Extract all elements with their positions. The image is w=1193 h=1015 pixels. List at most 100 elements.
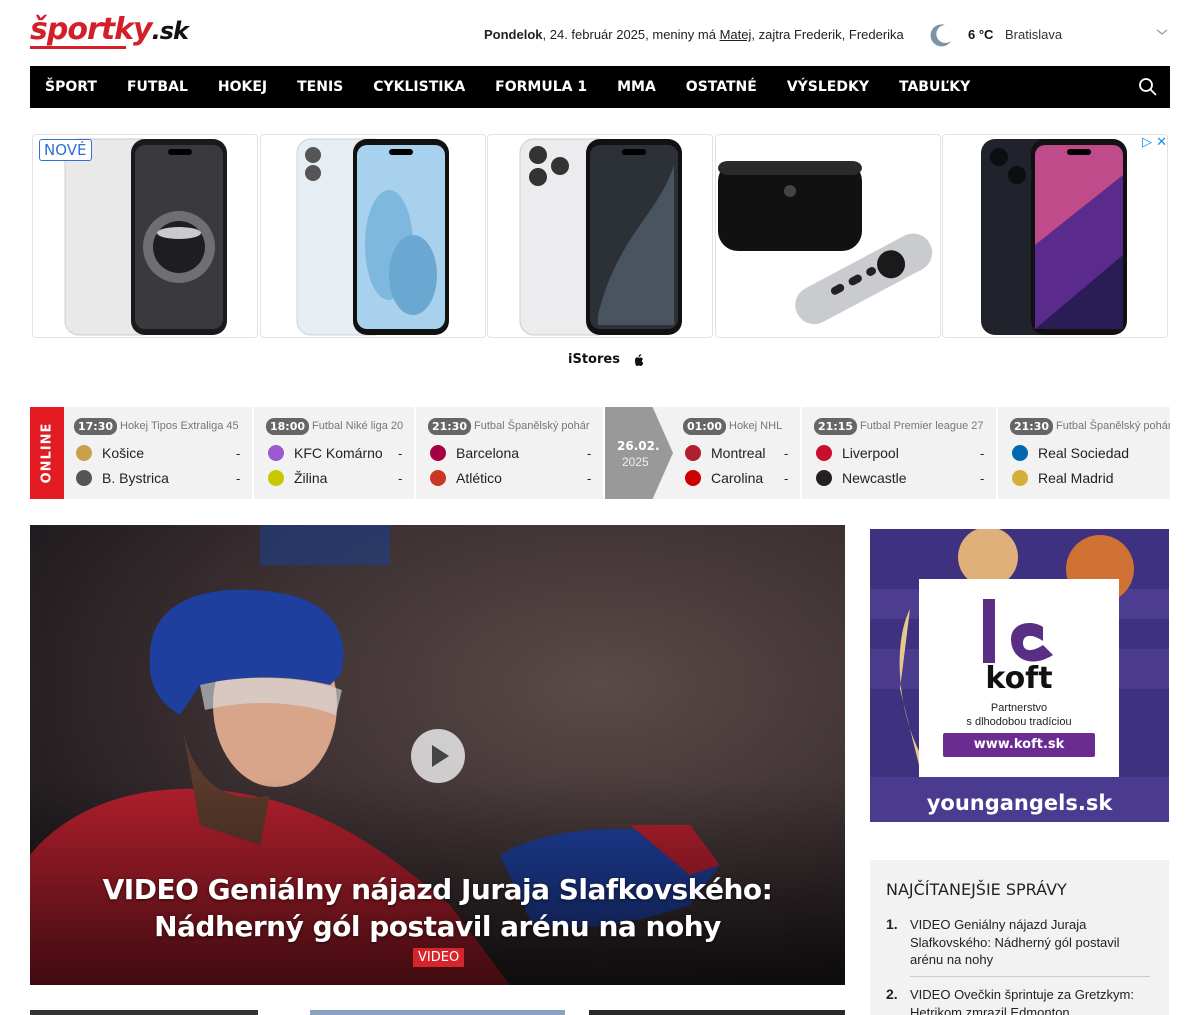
- home-team: Real Sociedad: [1038, 445, 1130, 461]
- home-score: -: [398, 446, 403, 461]
- match-competition: Futbal Španělský pohár: [474, 420, 590, 432]
- koft-tagline-line-1: Partnerstvo: [990, 702, 1048, 714]
- ad-choices-close-icon[interactable]: ▷ ✕: [1142, 135, 1167, 150]
- match-time: 17:30: [74, 418, 118, 435]
- ad-product-iphone-15[interactable]: [260, 134, 486, 338]
- date-year: 2025: [622, 455, 649, 469]
- home-team: Košice: [102, 445, 145, 461]
- ad-product-iphone-16-pro[interactable]: [487, 134, 713, 338]
- product-ad-banner[interactable]: NOVÉ ▷ ✕: [32, 134, 1168, 338]
- item-title[interactable]: VIDEO Geniálny nájazd Juraja Slafkovskéh…: [910, 916, 1150, 969]
- chevron-down-icon[interactable]: [1156, 26, 1168, 38]
- home-team-crest-icon: [76, 445, 92, 461]
- away-team-crest-icon: [1012, 470, 1028, 486]
- item-title[interactable]: VIDEO Ovečkin šprintuje za Gretzkym: Het…: [910, 986, 1150, 1015]
- home-team-crest-icon: [1012, 445, 1028, 461]
- home-team: KFC Komárno: [294, 445, 383, 461]
- match-card[interactable]: 21:30 Futbal Španělský pohár Barcelona - Atl…: [418, 407, 605, 499]
- phone-image: [64, 138, 227, 336]
- nav-item-8[interactable]: VÝSLEDKY: [772, 66, 884, 108]
- date-label: , 24. február 2025, meniny má: [542, 27, 720, 42]
- match-time: 01:00: [683, 418, 727, 435]
- home-team: Barcelona: [456, 445, 520, 461]
- date-nameday-line: Pondelok, 24. február 2025, meniny má Ma…: [484, 27, 904, 42]
- home-score: -: [236, 446, 241, 461]
- nav-item-2[interactable]: HOKEJ: [203, 66, 282, 108]
- koft-logo-box: koft Partnerstvo s dlhodobou tradíciou w…: [919, 579, 1119, 777]
- date-day: 26.02.: [617, 439, 660, 453]
- koft-website-button[interactable]: www.koft.sk: [943, 733, 1095, 757]
- apple-tv-image: [718, 161, 933, 325]
- article-card[interactable]: [310, 1010, 565, 1015]
- weather-city[interactable]: Bratislava: [1005, 27, 1062, 42]
- home-team: Montreal: [711, 445, 766, 461]
- away-team-crest-icon: [685, 470, 701, 486]
- away-team: B. Bystrica: [102, 470, 169, 486]
- match-card[interactable]: 21:30 Futbal Španělský pohár Real Sociedad…: [1000, 407, 1170, 499]
- away-team-crest-icon: [816, 470, 832, 486]
- nav-item-7[interactable]: OSTATNÉ: [671, 66, 772, 108]
- moon-icon: [930, 24, 951, 47]
- nav-item-4[interactable]: CYKLISTIKA: [358, 66, 480, 108]
- away-score: -: [980, 471, 985, 486]
- search-icon[interactable]: [1138, 77, 1158, 97]
- koft-tagline: Partnerstvo s dlhodobou tradíciou: [919, 701, 1119, 729]
- koft-sidebar-ad[interactable]: koft Partnerstvo s dlhodobou tradíciou w…: [870, 529, 1169, 822]
- away-team-crest-icon: [76, 470, 92, 486]
- nav-item-1[interactable]: FUTBAL: [112, 66, 203, 108]
- match-card[interactable]: 17:30 Hokej Tipos Extraliga 45 Košice - B. B…: [64, 407, 254, 499]
- nav-item-6[interactable]: MMA: [602, 66, 671, 108]
- nav-item-3[interactable]: TENIS: [282, 66, 358, 108]
- match-time: 21:30: [1010, 418, 1054, 435]
- youngangels-link[interactable]: youngangels.sk: [870, 791, 1169, 815]
- phone-image: [981, 139, 1127, 335]
- most-read-panel: NAJČÍTANEJŠIE SPRÁVY 1. VIDEO Geniálny n…: [870, 860, 1169, 1015]
- match-time: 21:15: [814, 418, 858, 435]
- ad-product-apple-tv[interactable]: [715, 134, 941, 338]
- hero-title[interactable]: VIDEO Geniálny nájazd Juraja Slafkovskéh…: [70, 871, 805, 945]
- main-nav: ŠPORT FUTBAL HOKEJ TENIS CYKLISTIKA FORMULA 1…: [30, 66, 1170, 108]
- item-number: 1.: [886, 916, 898, 932]
- away-score: -: [587, 471, 592, 486]
- match-card[interactable]: 21:15 Futbal Premier league 27 Liverpool - N…: [804, 407, 998, 499]
- tomorrow-names: , zajtra Frederik, Frederika: [751, 27, 904, 42]
- away-score: -: [236, 471, 241, 486]
- online-label[interactable]: ONLINE: [30, 407, 64, 499]
- online-text: ONLINE: [39, 422, 55, 484]
- ad-brand[interactable]: iStores: [568, 352, 646, 367]
- ad-product-iphone-16e[interactable]: NOVÉ: [32, 134, 258, 338]
- hero-article[interactable]: VIDEO Geniálny nájazd Juraja Slafkovskéh…: [30, 525, 845, 985]
- new-badge: NOVÉ: [39, 139, 92, 161]
- match-competition: Hokej Tipos Extraliga 45: [120, 420, 239, 432]
- play-video-icon[interactable]: [411, 729, 465, 783]
- nav-item-5[interactable]: FORMULA 1: [480, 66, 602, 108]
- nav-item-0[interactable]: ŠPORT: [30, 66, 112, 108]
- home-score: -: [980, 446, 985, 461]
- away-team: Žilina: [294, 470, 328, 486]
- away-team-crest-icon: [430, 470, 446, 486]
- match-time: 21:30: [428, 418, 472, 435]
- ad-product-iphone-13[interactable]: ▷ ✕: [942, 134, 1168, 338]
- away-team: Real Madrid: [1038, 470, 1114, 486]
- article-card[interactable]: [30, 1010, 258, 1015]
- phone-image: [519, 138, 682, 336]
- nav-item-9[interactable]: TABUĽKY: [884, 66, 985, 108]
- article-card[interactable]: [589, 1010, 845, 1015]
- match-competition: Futbal Premier league 27: [860, 420, 984, 432]
- away-team: Newcastle: [842, 470, 907, 486]
- home-team-crest-icon: [268, 445, 284, 461]
- logo-suffix: .sk: [151, 17, 189, 45]
- match-competition: Hokej NHL: [729, 420, 783, 432]
- match-time: 18:00: [266, 418, 310, 435]
- logo-underline: [30, 46, 126, 49]
- away-team: Atlético: [456, 470, 502, 486]
- home-team-crest-icon: [685, 445, 701, 461]
- away-team: Carolina: [711, 470, 764, 486]
- match-card[interactable]: 01:00 Hokej NHL Montreal - Carolina -: [673, 407, 802, 499]
- site-logo[interactable]: športky.sk: [30, 12, 189, 52]
- ad-brand-text: iStores: [568, 352, 620, 367]
- home-team-crest-icon: [430, 445, 446, 461]
- match-card[interactable]: 18:00 Futbal Niké liga 20 KFC Komárno - Žili…: [256, 407, 416, 499]
- away-score: -: [784, 471, 789, 486]
- nameday-link[interactable]: Matej: [720, 27, 752, 42]
